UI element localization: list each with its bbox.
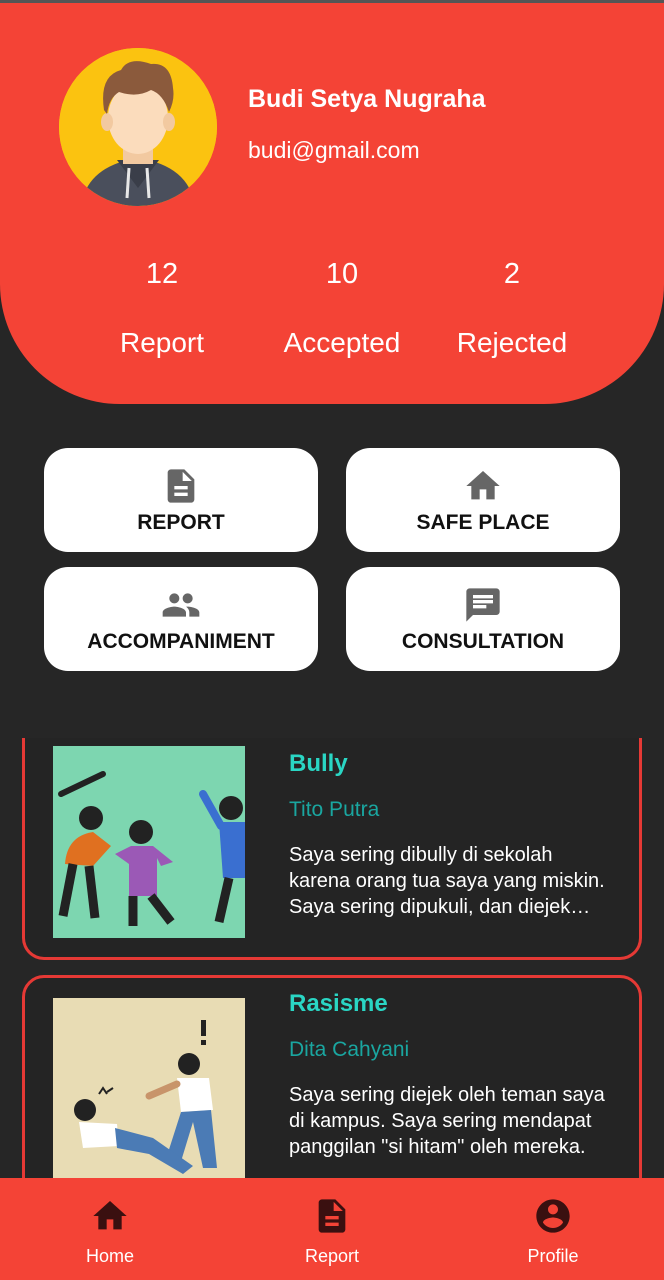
report-button-label: REPORT	[137, 511, 225, 534]
avatar[interactable]	[59, 48, 217, 206]
chat-icon	[466, 588, 500, 622]
safe-place-button-label: SAFE PLACE	[416, 511, 550, 534]
nav-report[interactable]: Report	[252, 1178, 412, 1280]
nav-profile-label: Profile	[527, 1246, 579, 1266]
document-icon	[167, 469, 195, 503]
home-icon	[466, 471, 500, 500]
consultation-button[interactable]: CONSULTATION	[346, 567, 620, 671]
stat-rejected-label: Rejected	[456, 327, 568, 358]
consultation-button-label: CONSULTATION	[401, 630, 565, 653]
report-title: Bully	[289, 750, 348, 777]
user-name: Budi Setya Nugraha	[248, 85, 486, 113]
stat-accepted-label: Accepted	[283, 327, 401, 358]
report-description: Saya sering diejek oleh teman saya di ka…	[289, 1084, 605, 1158]
report-card-bully[interactable]: Bully Tito Putra Saya sering dibully di …	[22, 738, 642, 960]
bully-illustration-icon	[53, 746, 245, 938]
stat-report-label: Report	[119, 327, 205, 358]
nav-home[interactable]: Home	[30, 1178, 190, 1280]
stat-accepted-value: 10	[325, 258, 359, 290]
accompaniment-button[interactable]: ACCOMPANIMENT	[44, 567, 318, 671]
report-author: Tito Putra	[289, 798, 380, 821]
bottom-navigation: Home Report Profile	[0, 1178, 664, 1280]
account-circle-icon	[536, 1199, 570, 1233]
report-author: Dita Cahyani	[289, 1038, 410, 1061]
stat-rejected-value: 2	[503, 258, 521, 290]
safe-place-button[interactable]: SAFE PLACE	[346, 448, 620, 552]
report-button[interactable]: REPORT	[44, 448, 318, 552]
report-card-rasisme[interactable]: Rasisme Dita Cahyani Saya sering diejek …	[22, 975, 642, 1205]
people-icon	[162, 593, 200, 617]
home-icon	[93, 1201, 127, 1230]
profile-header: Budi Setya Nugraha budi@gmail.com 12 Rep…	[0, 0, 664, 404]
report-description: Saya sering dibully di sekolah karena or…	[289, 844, 605, 918]
nav-home-label: Home	[85, 1246, 134, 1266]
nav-report-label: Report	[304, 1246, 360, 1266]
nav-profile[interactable]: Profile	[473, 1178, 633, 1280]
document-icon	[318, 1199, 346, 1233]
report-title: Rasisme	[289, 990, 388, 1017]
person-avatar-icon	[59, 48, 217, 206]
accompaniment-button-label: ACCOMPANIMENT	[87, 630, 275, 653]
user-email: budi@gmail.com	[248, 137, 420, 163]
racism-illustration-icon	[53, 998, 245, 1190]
stat-report-value: 12	[145, 258, 179, 290]
